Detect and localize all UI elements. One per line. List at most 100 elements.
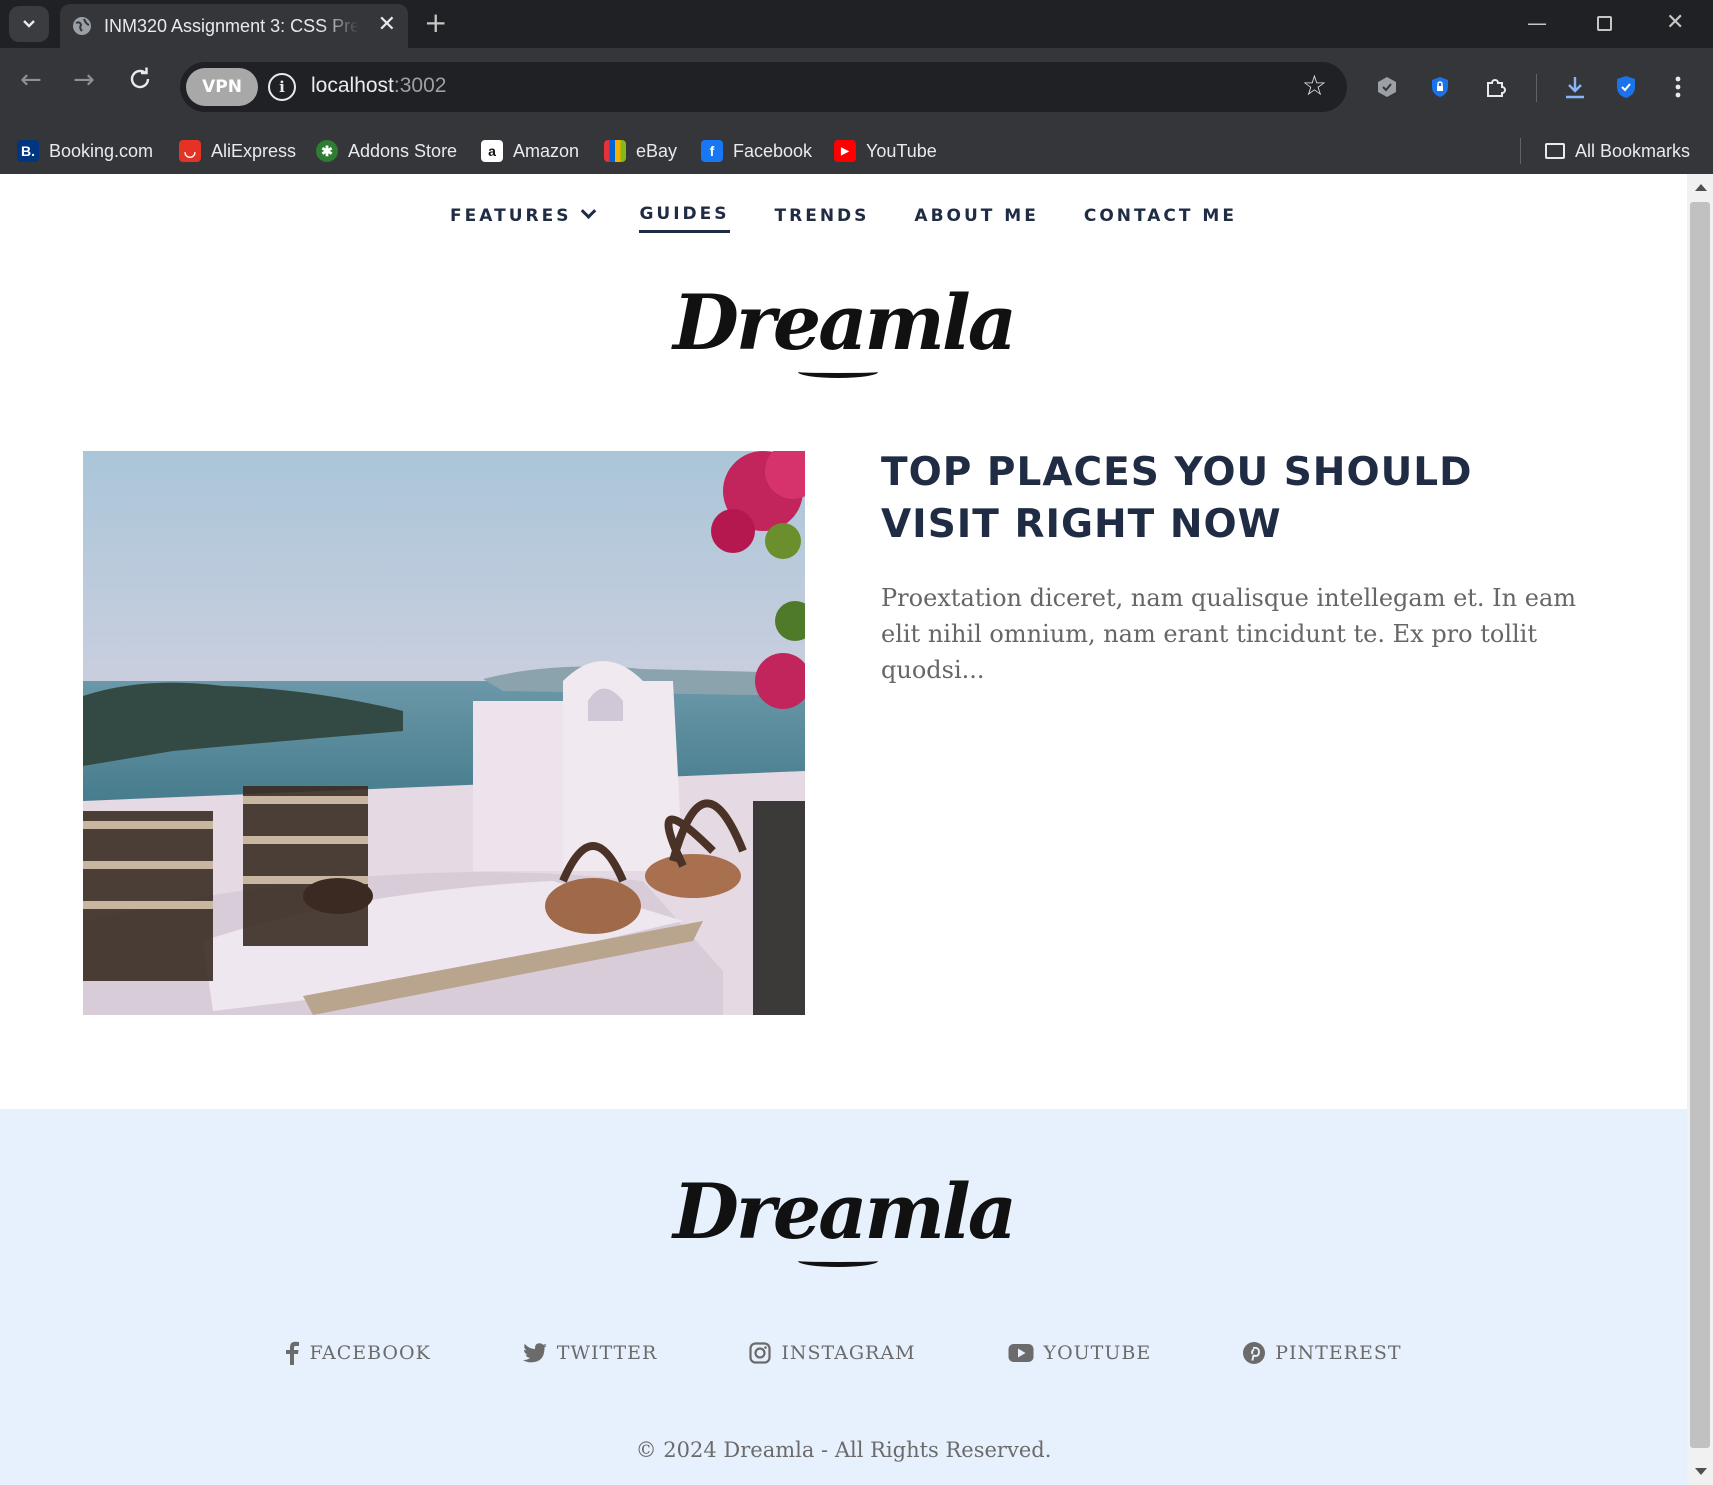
browser-toolbar: ← → VPN i localhost:3002 ☆ [0, 48, 1713, 128]
reload-icon[interactable] [127, 66, 153, 98]
globe-icon [73, 17, 91, 35]
aliexpress-icon: ◡ [179, 140, 201, 162]
toolbar-separator [1536, 74, 1537, 102]
download-icon[interactable] [1562, 74, 1588, 100]
nav-guides[interactable]: GUIDES [639, 204, 730, 233]
site-info-icon[interactable]: i [268, 73, 296, 101]
ebay-icon [604, 140, 626, 162]
nav-about-me[interactable]: ABOUT ME [914, 204, 1038, 233]
copyright: © 2024 Dreamla - All Rights Reserved. [635, 1438, 1052, 1462]
bookmark-booking[interactable]: B. Booking.com [17, 136, 153, 166]
bookmark-label: AliExpress [211, 140, 297, 161]
facebook-icon [286, 1341, 300, 1365]
vpn-button[interactable]: VPN [186, 68, 258, 106]
url-host: localhost [311, 74, 394, 97]
bookmark-star-icon[interactable]: ☆ [1302, 71, 1327, 101]
bookmark-aliexpress[interactable]: ◡ AliExpress [179, 136, 296, 166]
bookmark-label: eBay [636, 140, 678, 161]
booking-icon: B. [17, 140, 39, 162]
chevron-down-icon [23, 20, 35, 28]
password-manager-icon[interactable] [1427, 74, 1453, 100]
post-title[interactable]: TOP PLACES YOU SHOULD VISIT RIGHT NOW [881, 447, 1601, 551]
footer-logo[interactable]: Dreamla [0, 1167, 1687, 1256]
extension-shield-icon[interactable] [1374, 74, 1400, 100]
folder-icon [1545, 143, 1565, 159]
maximize-icon[interactable] [1597, 8, 1612, 31]
bookmark-label: Booking.com [49, 140, 154, 161]
tab-title: INM320 Assignment 3: CSS Preprocessors [104, 15, 359, 36]
close-window-icon[interactable]: ✕ [1666, 8, 1684, 38]
bookmark-addons-store[interactable]: ✱ Addons Store [316, 136, 457, 166]
nav-guides-label: GUIDES [639, 204, 730, 224]
page-viewport: FEATURES GUIDES TRENDS ABOUT ME CONTACT … [0, 174, 1687, 1485]
social-pinterest[interactable]: PINTEREST [1243, 1341, 1401, 1365]
social-twitter[interactable]: TWITTER [522, 1341, 658, 1365]
social-facebook[interactable]: FACEBOOK [285, 1341, 430, 1365]
footer-logo-text: Dreamla [672, 1167, 1017, 1256]
social-youtube-label: YOUTUBE [1043, 1342, 1152, 1364]
url-text[interactable]: localhost:3002 [311, 74, 446, 98]
nav-contact-me[interactable]: CONTACT ME [1084, 204, 1237, 233]
nav-contact-me-label: CONTACT ME [1083, 205, 1237, 226]
bookmark-ebay[interactable]: eBay [604, 136, 677, 166]
vpn-label: VPN [202, 77, 242, 97]
site-nav: FEATURES GUIDES TRENDS ABOUT ME CONTACT … [0, 203, 1687, 233]
nav-features-label: FEATURES [450, 205, 572, 226]
browser-menu-icon[interactable] [1665, 74, 1691, 100]
post-featured-image[interactable] [83, 451, 805, 1015]
nav-trends[interactable]: TRENDS [775, 204, 870, 233]
new-tab-icon[interactable]: + [424, 8, 447, 38]
bookmark-label: Addons Store [348, 140, 458, 161]
amazon-icon: a [481, 140, 503, 162]
social-facebook-label: FACEBOOK [309, 1342, 431, 1364]
addons-store-icon: ✱ [316, 140, 338, 162]
scroll-up-arrow-icon[interactable] [1695, 184, 1707, 191]
bookmark-label: Amazon [513, 140, 580, 161]
logo-swash [798, 1255, 878, 1267]
chevron-down-icon [581, 203, 597, 220]
bookmarks-bar: B. Booking.com ◡ AliExpress ✱ Addons Sto… [0, 128, 1713, 174]
tab-search-button[interactable] [9, 6, 49, 42]
scroll-thumb[interactable] [1690, 202, 1710, 1448]
back-icon[interactable]: ← [20, 66, 42, 94]
bookmark-label: YouTube [866, 140, 937, 161]
scroll-down-arrow-icon[interactable] [1695, 1468, 1707, 1475]
page-scrollbar[interactable] [1687, 174, 1713, 1485]
bookmark-facebook[interactable]: f Facebook [701, 136, 812, 166]
forward-icon[interactable]: → [73, 66, 95, 94]
youtube-icon [1008, 1344, 1034, 1362]
nav-trends-label: TRENDS [774, 205, 870, 226]
bookmark-label: Facebook [733, 140, 813, 161]
bookmark-amazon[interactable]: a Amazon [481, 136, 579, 166]
twitter-icon [522, 1343, 547, 1363]
instagram-icon [749, 1342, 771, 1364]
minimize-icon[interactable]: — [1527, 8, 1547, 38]
extensions-puzzle-icon[interactable] [1482, 74, 1508, 100]
social-pinterest-label: PINTEREST [1275, 1342, 1402, 1364]
social-youtube[interactable]: YOUTUBE [1008, 1341, 1152, 1365]
social-twitter-label: TWITTER [556, 1342, 658, 1364]
address-bar[interactable]: VPN i localhost:3002 ☆ [180, 62, 1347, 112]
site-logo[interactable]: Dreamla [0, 278, 1687, 367]
bookmark-youtube[interactable]: ▶ YouTube [834, 136, 937, 166]
youtube-icon: ▶ [834, 140, 856, 162]
close-tab-icon[interactable]: ✕ [378, 14, 396, 36]
facebook-icon: f [701, 140, 723, 162]
nav-features[interactable]: FEATURES [450, 203, 597, 233]
tab-strip: INM320 Assignment 3: CSS Preprocessors ✕… [0, 0, 1713, 48]
post-excerpt: Proextation diceret, nam qualisque intel… [881, 584, 1577, 684]
logo-swash [798, 366, 878, 378]
all-bookmarks-label: All Bookmarks [1575, 140, 1691, 161]
social-instagram[interactable]: INSTAGRAM [749, 1341, 915, 1365]
all-bookmarks-button[interactable]: All Bookmarks [1545, 136, 1690, 166]
url-port: :3002 [393, 74, 447, 97]
bitwarden-shield-icon[interactable] [1613, 74, 1639, 100]
pinterest-icon [1243, 1342, 1266, 1364]
browser-tab-active[interactable]: INM320 Assignment 3: CSS Preprocessors ✕ [60, 4, 408, 48]
nav-about-me-label: ABOUT ME [914, 205, 1039, 226]
social-links: FACEBOOK TWITTER INSTAGRAM YOUTUBE PINTE… [0, 1341, 1687, 1365]
bookmarks-separator [1520, 138, 1521, 164]
site-footer: Dreamla FACEBOOK TWITTER INSTAGRAM YOUTU… [0, 1109, 1687, 1485]
site-logo-text: Dreamla [672, 278, 1017, 367]
social-instagram-label: INSTAGRAM [781, 1342, 916, 1364]
